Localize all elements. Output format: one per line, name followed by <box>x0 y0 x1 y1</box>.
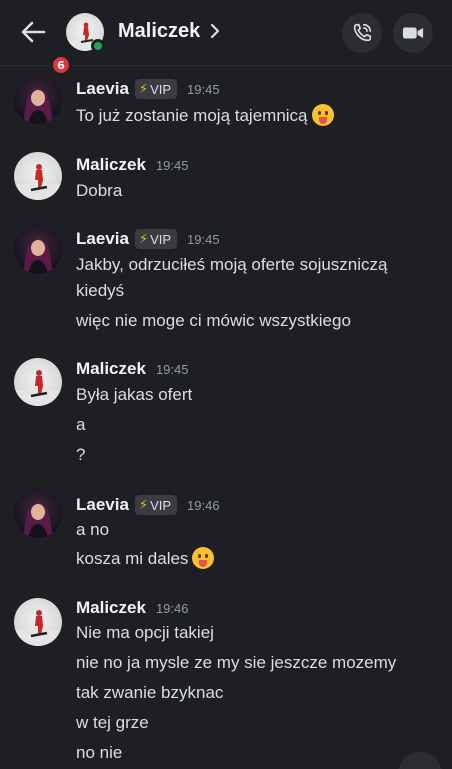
message-group[interactable]: Maliczek 19:45 Była jakas ofert a ? <box>0 354 452 488</box>
author-name[interactable]: Maliczek <box>76 598 146 618</box>
message-line: nie no ja mysle ze my sie jeszcze mozemy <box>76 653 397 672</box>
message-line: Jakby, odrzuciłeś moją oferte sojusznicz… <box>76 255 388 274</box>
author-name[interactable]: Maliczek <box>76 155 146 175</box>
voice-call-button[interactable] <box>342 13 382 53</box>
avatar[interactable] <box>14 490 62 538</box>
timestamp: 19:45 <box>155 361 189 377</box>
message-line: ? <box>76 445 86 464</box>
message-header: Maliczek 19:46 <box>76 597 188 619</box>
message-group[interactable]: Laevia ⚡ VIP 19:45 Jakby, odrzuciłeś moją… <box>0 224 452 354</box>
author-name[interactable]: Maliczek <box>76 359 146 379</box>
vip-label: VIP <box>150 497 172 513</box>
vip-label: VIP <box>150 81 172 97</box>
message-header: Laevia ⚡ VIP 19:46 <box>76 494 220 516</box>
timestamp: 19:46 <box>155 600 189 616</box>
chat-header: 6 Maliczek <box>0 0 452 76</box>
message-line: w tej grze <box>76 713 149 732</box>
author-name[interactable]: Laevia <box>76 79 129 99</box>
video-call-button[interactable] <box>393 13 433 53</box>
timestamp: 19:45 <box>155 157 189 173</box>
message-line: a <box>76 415 86 434</box>
lightning-icon: ⚡ <box>138 81 149 96</box>
vip-tag: ⚡ VIP <box>134 229 178 249</box>
message-group[interactable]: Maliczek 19:45 Dobra <box>0 144 452 224</box>
message-line: tak zwanie bzyknac <box>76 683 224 702</box>
lightning-icon: ⚡ <box>138 497 149 512</box>
avatar[interactable] <box>14 76 62 124</box>
vip-tag: ⚡ VIP <box>134 79 178 99</box>
video-camera-icon <box>402 27 424 39</box>
online-status-indicator <box>91 39 105 53</box>
arrow-left-icon <box>21 21 46 43</box>
message-header: Laevia ⚡ VIP 19:45 <box>76 228 220 250</box>
avatar[interactable] <box>14 598 62 646</box>
message-line: Była jakas ofert <box>76 385 193 404</box>
face-with-tongue-emoji <box>311 104 334 126</box>
channel-title[interactable]: Maliczek <box>118 20 200 43</box>
message-header: Laevia ⚡ VIP 19:45 <box>76 78 220 100</box>
vip-label: VIP <box>150 231 172 247</box>
message-line: To już zostanie moją tajemnicą <box>76 106 308 125</box>
message-header: Maliczek 19:45 <box>76 358 188 380</box>
message-text: To już zostanie moją tajemnicą <box>76 104 334 127</box>
back-button[interactable]: 6 <box>20 18 72 76</box>
chevron-right-icon[interactable] <box>209 22 221 40</box>
message-line: więc nie moge ci mówic wszystkiego <box>76 311 351 330</box>
message-line: kiedyś <box>76 281 125 300</box>
avatar[interactable] <box>14 152 62 200</box>
message-group[interactable]: Maliczek 19:46 Nie ma opcji takiej nie n… <box>0 594 452 769</box>
avatar[interactable] <box>14 226 62 274</box>
phone-call-icon <box>353 23 372 42</box>
author-name[interactable]: Laevia <box>76 229 129 249</box>
message-line: a no <box>76 520 110 539</box>
lightning-icon: ⚡ <box>138 231 149 246</box>
timestamp: 19:45 <box>187 81 220 97</box>
message-line: kosza mi dales <box>76 549 189 568</box>
timestamp: 19:45 <box>187 231 220 247</box>
message-line: no nie <box>76 743 123 762</box>
timestamp: 19:46 <box>187 497 220 513</box>
message-group[interactable]: Laevia ⚡ VIP 19:46 a no kosza mi dales <box>0 488 452 594</box>
face-with-tongue-emoji <box>192 547 215 569</box>
message-line: Dobra <box>76 181 123 200</box>
author-name[interactable]: Laevia <box>76 495 129 515</box>
message-line: Nie ma opcji takiej <box>76 623 214 642</box>
avatar[interactable] <box>14 358 62 406</box>
message-text: kosza mi dales <box>76 547 215 570</box>
vip-tag: ⚡ VIP <box>134 495 178 515</box>
message-header: Maliczek 19:45 <box>76 154 188 176</box>
message-group[interactable]: Laevia ⚡ VIP 19:45 To już zostanie moją t… <box>0 66 452 144</box>
